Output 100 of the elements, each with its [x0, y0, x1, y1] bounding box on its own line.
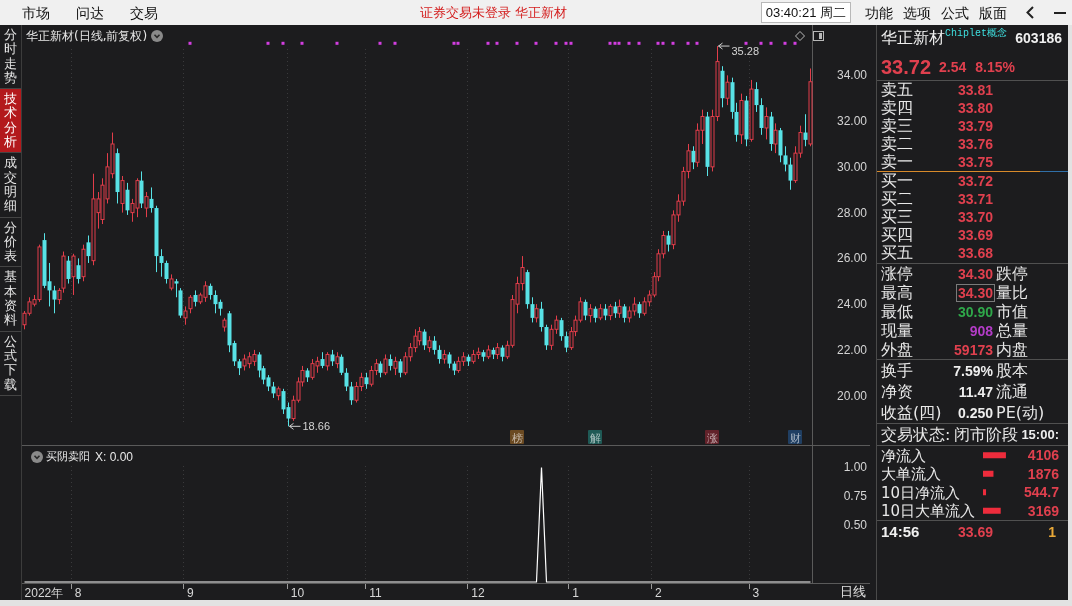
event-tag[interactable]: 解: [588, 430, 602, 445]
side-tab[interactable]: 公式下载: [0, 331, 21, 396]
value-label: 3169: [1027, 502, 1059, 519]
chevron-left-icon[interactable]: [1026, 6, 1034, 19]
stat-label: 跌停: [996, 264, 1028, 283]
order-level-label: 买三: [881, 208, 913, 226]
signal-marker: [759, 41, 763, 45]
indicator-reading: X: 0.00: [95, 450, 134, 464]
indicator-title: 买阴卖阳: [46, 450, 90, 464]
category-label: 净流入: [881, 446, 926, 465]
signal-marker: [300, 41, 304, 45]
stock-link[interactable]: 华正新材: [515, 2, 567, 23]
event-tag[interactable]: 涨: [705, 430, 719, 445]
stat-value: 908: [968, 321, 994, 340]
stat-value: 34.30: [955, 283, 995, 302]
order-level-label: 买二: [881, 190, 913, 208]
menu-item[interactable]: 功能: [865, 2, 893, 23]
value-label: 4106: [1027, 447, 1059, 464]
order-price: 33.70: [957, 208, 993, 226]
menu-item[interactable]: 交易: [130, 2, 158, 23]
order-level-label: 卖三: [881, 117, 913, 135]
flow-bar: [983, 489, 987, 496]
signal-marker: [686, 41, 690, 45]
side-tab[interactable]: 基本资料: [0, 267, 21, 332]
order-level-label: 卖五: [881, 81, 913, 99]
chevron-down-icon[interactable]: [151, 30, 164, 42]
order-price: 33.81: [957, 81, 993, 99]
order-level-label: 卖四: [881, 99, 913, 117]
signal-marker: [378, 41, 382, 45]
axis-label: 32.00: [836, 114, 867, 129]
side-tab[interactable]: 成交明细: [0, 153, 21, 218]
order-level-label: 卖一: [881, 153, 913, 171]
order-level-label: 买一: [881, 172, 913, 190]
axis-label: 0.75: [843, 489, 867, 504]
order-price: 33.68: [957, 244, 993, 262]
category-label: 大单流入: [881, 465, 941, 484]
order-price: 33.72: [957, 172, 993, 190]
signal-marker: [627, 41, 631, 45]
value-label: 1876: [1027, 465, 1059, 482]
status-label: 交易状态:: [881, 425, 951, 444]
side-tab[interactable]: 分价表: [0, 217, 21, 268]
event-tag[interactable]: 财: [788, 430, 802, 445]
stock-name: 华正新材: [881, 28, 945, 48]
axis-label: 9: [186, 586, 194, 600]
signal-marker: [266, 41, 270, 45]
stat-value: 59173: [953, 340, 994, 359]
axis-label: 30.00: [836, 159, 867, 174]
stat-label: 涨停: [881, 264, 913, 283]
price-label: 18.66: [302, 420, 331, 433]
axis-label: 1: [572, 586, 579, 600]
price-label: 35.28: [731, 45, 760, 58]
concept-tag[interactable]: Chiplet概念: [945, 28, 1007, 40]
stat-label: 股本: [996, 361, 1028, 380]
axis-label: 12: [471, 586, 485, 600]
menu-item[interactable]: 市场: [22, 2, 50, 23]
menu-item[interactable]: 问达: [76, 2, 104, 23]
diamond-icon[interactable]: [795, 31, 805, 41]
signal-marker: [793, 41, 797, 45]
menu-item[interactable]: 公式: [941, 2, 969, 23]
signal-marker: [783, 41, 787, 45]
arrow-icon: [718, 42, 730, 50]
chevron-down-icon[interactable]: [31, 451, 43, 463]
last-price: 33.72: [881, 54, 932, 79]
price-change: 2.54: [939, 57, 967, 76]
minimize-icon[interactable]: [1054, 11, 1066, 14]
stat-value: 34.30: [956, 264, 994, 283]
axis-label: 26.00: [836, 251, 867, 266]
menu-item[interactable]: 选项: [903, 2, 931, 23]
event-tag[interactable]: 榜: [510, 430, 524, 445]
axis-label: 20.00: [836, 388, 867, 403]
axis-label: 0.50: [843, 517, 867, 532]
category-label: 10日净流入: [881, 483, 961, 502]
stat-label: 收益(四): [881, 403, 942, 422]
menu-item[interactable]: 版面: [979, 2, 1007, 23]
flow-bar: [983, 470, 994, 477]
signal-marker: [188, 41, 192, 45]
order-price: 33.80: [957, 99, 993, 117]
order-price: 33.76: [957, 135, 993, 153]
axis-label: 10: [290, 586, 305, 600]
stat-value: 0.250: [957, 404, 994, 421]
stat-label: 总量: [996, 321, 1028, 340]
axis-label: 3: [752, 586, 760, 600]
order-price: 33.69: [957, 226, 993, 244]
stat-label: 量比: [996, 283, 1028, 302]
value-label: 544.7: [1023, 484, 1059, 501]
login-notice: 证券交易未登录: [420, 3, 511, 22]
panel-icon[interactable]: [813, 31, 824, 41]
side-tab[interactable]: 技术分析: [0, 89, 21, 154]
period-button[interactable]: 日线: [840, 584, 866, 599]
axis-label: 8: [74, 586, 82, 600]
stat-value: 11.47: [958, 383, 994, 400]
order-level-label: 买五: [881, 244, 913, 262]
order-price: 33.75: [957, 153, 993, 171]
chart-title: 华正新材(日线,前复权): [26, 28, 148, 44]
axis-label: 24.00: [836, 297, 867, 312]
axis-label: 1.00: [843, 460, 867, 475]
tick-volume: 1: [1048, 523, 1056, 541]
signal-marker: [393, 41, 397, 45]
axis-label: 2022年: [24, 586, 64, 600]
signal-marker: [495, 41, 499, 45]
